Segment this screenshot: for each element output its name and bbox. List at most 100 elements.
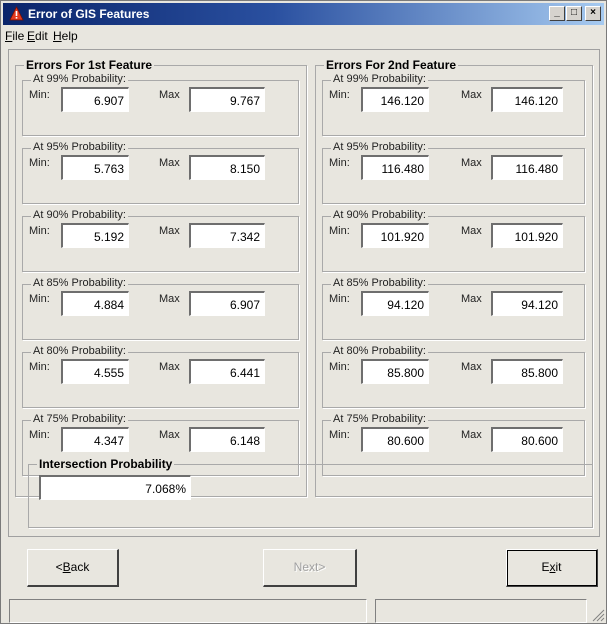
f2-prob-80-min-label: Min: [329, 361, 350, 373]
f2-prob-85-min-label: Min: [329, 293, 350, 305]
f2-prob-90-label: At 90% Probability: [331, 209, 428, 221]
feature2-group: Errors For 2nd Feature At 99% Probabilit… [315, 58, 593, 497]
f1-prob-90-max-field[interactable]: 7.342 [189, 223, 265, 248]
f1-prob-95-min-label: Min: [29, 157, 50, 169]
f2-prob-80-max-field[interactable]: 85.800 [491, 359, 563, 384]
menu-edit[interactable]: Edit [27, 29, 48, 43]
menu-edit-mnemonic: E [27, 29, 36, 43]
client-area: Errors For 1st Feature At 99% Probabilit… [8, 49, 600, 537]
f1-prob-99-min-label: Min: [29, 89, 50, 101]
menu-file[interactable]: File [5, 29, 24, 43]
f1-prob-95-min-field[interactable]: 5.763 [61, 155, 129, 180]
intersection-title: Intersection Probability [37, 457, 175, 471]
feature1-title: Errors For 1st Feature [24, 58, 155, 72]
f2-prob-99-max-label: Max [461, 89, 482, 101]
back-button-mnemonic: B [62, 560, 71, 574]
f1-prob-80-min-label: Min: [29, 361, 50, 373]
f2-prob-75-min-label: Min: [329, 429, 350, 441]
f1-prob-95-max-field[interactable]: 8.150 [189, 155, 265, 180]
f2-prob-95-max-field[interactable]: 116.480 [491, 155, 563, 180]
f1-prob-99-max-field[interactable]: 9.767 [189, 87, 265, 112]
f2-prob-75-max-label: Max [461, 429, 482, 441]
back-button-label: ack [70, 560, 90, 574]
close-button[interactable]: × [585, 6, 601, 21]
f1-prob-80-min-field[interactable]: 4.555 [61, 359, 129, 384]
exit-button-prefix: E [541, 560, 550, 574]
title-bar[interactable]: Error of GIS Features _ □ × [3, 3, 604, 25]
f2-prob-85-max-field[interactable]: 94.120 [491, 291, 563, 316]
f1-prob-95-max-label: Max [159, 157, 180, 169]
f1-prob-75-min-label: Min: [29, 429, 50, 441]
f1-prob-90-max-label: Max [159, 225, 180, 237]
f1-prob-90-min-field[interactable]: 5.192 [61, 223, 129, 248]
f2-prob-85-min-field[interactable]: 94.120 [361, 291, 429, 316]
window-title: Error of GIS Features [28, 7, 150, 21]
f1-prob-75-max-label: Max [159, 429, 180, 441]
f1-prob-85: At 85% Probability: Min: 4.884 Max 6.907 [22, 277, 299, 340]
f1-prob-99-min-field[interactable]: 6.907 [61, 87, 129, 112]
menu-bar: File Edit Help [3, 27, 604, 47]
menu-help-label: elp [61, 29, 78, 43]
f1-prob-85-min-field[interactable]: 4.884 [61, 291, 129, 316]
f2-prob-99: At 99% Probability: Min: 146.120 Max 146… [322, 73, 585, 136]
f2-prob-99-min-label: Min: [329, 89, 350, 101]
f1-prob-75-max-field[interactable]: 6.148 [189, 427, 265, 452]
f1-prob-99-max-label: Max [159, 89, 180, 101]
f2-prob-95-min-label: Min: [329, 157, 350, 169]
f2-prob-99-min-field[interactable]: 146.120 [361, 87, 429, 112]
menu-file-label: ile [12, 29, 25, 43]
f2-prob-80-label: At 80% Probability: [331, 345, 428, 357]
f2-prob-80-max-label: Max [461, 361, 482, 373]
f2-prob-90-min-field[interactable]: 101.920 [361, 223, 429, 248]
f1-prob-99: At 99% Probability: Min: 6.907 Max 9.767 [22, 73, 299, 136]
f2-prob-90-max-field[interactable]: 101.920 [491, 223, 563, 248]
f1-prob-99-label: At 99% Probability: [31, 73, 128, 85]
f1-prob-80: At 80% Probability: Min: 4.555 Max 6.441 [22, 345, 299, 408]
f1-prob-90: At 90% Probability: Min: 5.192 Max 7.342 [22, 209, 299, 272]
f2-prob-90-max-label: Max [461, 225, 482, 237]
maximize-button[interactable]: □ [566, 6, 582, 21]
f2-prob-95: At 95% Probability: Min: 116.480 Max 116… [322, 141, 585, 204]
status-pane-right [375, 599, 587, 623]
f2-prob-80: At 80% Probability: Min: 85.800 Max 85.8… [322, 345, 585, 408]
menu-edit-label: dit [35, 29, 48, 43]
f2-prob-75-label: At 75% Probability: [331, 413, 428, 425]
f1-prob-80-label: At 80% Probability: [31, 345, 128, 357]
feature2-title: Errors For 2nd Feature [324, 58, 459, 72]
f1-prob-80-max-field[interactable]: 6.441 [189, 359, 265, 384]
f1-prob-95-label: At 95% Probability: [31, 141, 128, 153]
f1-prob-85-max-field[interactable]: 6.907 [189, 291, 265, 316]
f1-prob-75-label: At 75% Probability: [31, 413, 128, 425]
status-pane-left [9, 599, 367, 623]
f2-prob-95-min-field[interactable]: 116.480 [361, 155, 429, 180]
f1-prob-75-min-field[interactable]: 4.347 [61, 427, 129, 452]
warning-icon [9, 6, 24, 21]
menu-help-mnemonic: H [53, 29, 62, 43]
f2-prob-75-max-field[interactable]: 80.600 [491, 427, 563, 452]
f2-prob-85-label: At 85% Probability: [331, 277, 428, 289]
f2-prob-75-min-field[interactable]: 80.600 [361, 427, 429, 452]
f2-prob-85: At 85% Probability: Min: 94.120 Max 94.1… [322, 277, 585, 340]
f1-prob-90-label: At 90% Probability: [31, 209, 128, 221]
f2-prob-99-label: At 99% Probability: [331, 73, 428, 85]
f1-prob-85-label: At 85% Probability: [31, 277, 128, 289]
f2-prob-80-min-field[interactable]: 85.800 [361, 359, 429, 384]
intersection-probability-field[interactable]: 7.068% [39, 475, 191, 500]
f2-prob-99-max-field[interactable]: 146.120 [491, 87, 563, 112]
f2-prob-90-min-label: Min: [329, 225, 350, 237]
exit-button-label: it [555, 560, 562, 574]
f2-prob-90: At 90% Probability: Min: 101.920 Max 101… [322, 209, 585, 272]
resize-grip-icon[interactable] [591, 608, 605, 622]
feature1-group: Errors For 1st Feature At 99% Probabilit… [15, 58, 307, 497]
back-button[interactable]: <Back [27, 549, 119, 587]
f2-prob-95-label: At 95% Probability: [331, 141, 428, 153]
intersection-group: Intersection Probability 7.068% [28, 457, 593, 528]
next-button[interactable]: Next> [263, 549, 357, 587]
f1-prob-85-min-label: Min: [29, 293, 50, 305]
f1-prob-90-min-label: Min: [29, 225, 50, 237]
menu-help[interactable]: Help [53, 29, 78, 43]
exit-button[interactable]: Exit [506, 549, 598, 587]
minimize-button[interactable]: _ [549, 6, 565, 21]
app-window: Error of GIS Features _ □ × File Edit He… [0, 0, 607, 624]
f1-prob-80-max-label: Max [159, 361, 180, 373]
